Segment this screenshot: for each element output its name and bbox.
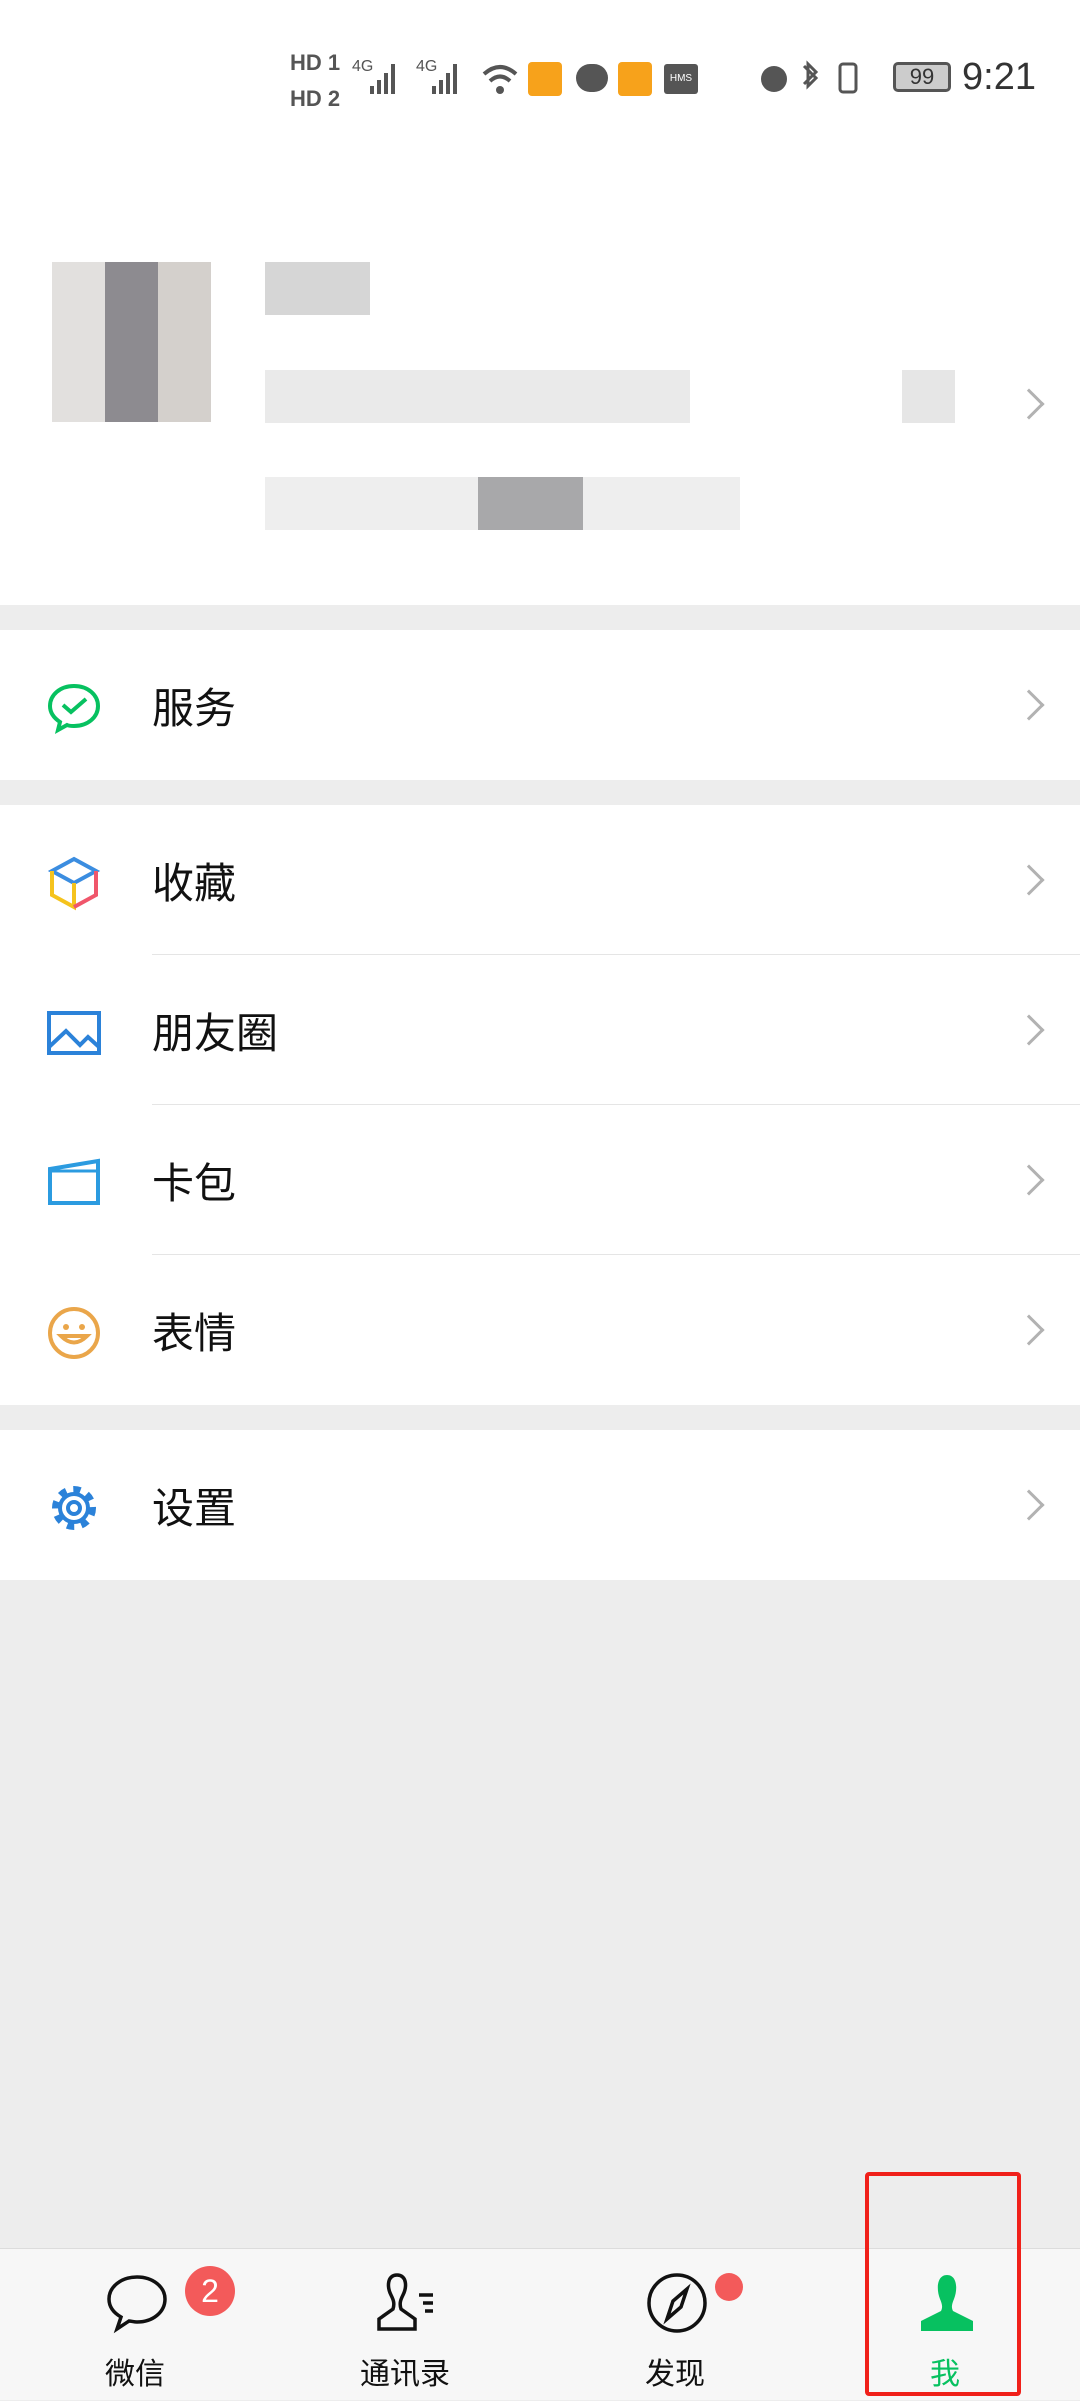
chevron-right-icon [1013,1164,1045,1196]
new-dot-badge [715,2273,743,2301]
menu-group-services: 服务 [0,630,1080,780]
qrcode-icon[interactable] [902,370,955,423]
chevron-right-icon [1013,689,1045,721]
avatar[interactable] [52,262,105,422]
favorites-cube-icon [47,856,101,911]
hms-icon: HMS [664,64,698,94]
chevron-right-icon [1013,1014,1045,1046]
wifi-icon [482,65,518,94]
weibo-icon [528,62,562,96]
settings-gear-icon [52,1486,96,1530]
tab-contacts[interactable]: 通讯录 [305,2249,505,2401]
menu-item-stickers[interactable]: 表情 [0,1255,1080,1405]
menu-label: 卡包 [152,1159,237,1207]
tab-chats[interactable]: 2 微信 [35,2249,235,2401]
chevron-right-icon [1013,1314,1045,1346]
chat-bubble-icon [107,2275,167,2334]
unread-badge: 2 [185,2266,235,2316]
nickname-blurred [265,262,370,315]
status-bar: HD 1 HD 2 4G 4G HMS 99 9:21 [0,0,1080,150]
chevron-right-icon [1013,1489,1045,1521]
menu-label: 表情 [152,1309,237,1357]
menu-group-main: 收藏 朋友圈 卡包 表情 [0,805,1080,1405]
contacts-icon [377,2273,433,2331]
tab-label: 发现 [645,2358,705,2391]
emoji-face-icon [48,1307,100,1359]
menu-group-settings: 设置 [0,1430,1080,1580]
chevron-right-icon [1013,864,1045,896]
menu-item-card-wallet[interactable]: 卡包 [0,1105,1080,1255]
sim2-label: HD 2 [290,86,341,111]
card-wallet-icon [48,1158,100,1205]
menu-item-services[interactable]: 服务 [0,630,1080,780]
avatar [105,262,158,422]
profile-header[interactable] [0,150,1080,605]
wechat-pay-icon [47,683,101,734]
tab-discover[interactable]: 发现 [575,2249,775,2401]
menu-label: 朋友圈 [152,1009,279,1057]
clock: 9:21 [962,56,1036,98]
chevron-right-icon [1013,388,1045,420]
alarm-bluetooth-vibrate-icons [761,60,858,94]
menu-item-moments[interactable]: 朋友圈 [0,955,1080,1105]
battery-icon: 99 [893,62,951,92]
highlight-box [865,2172,1021,2396]
avatar-part [158,262,211,422]
menu-item-settings[interactable]: 设置 [0,1430,1080,1580]
tab-label: 微信 [105,2358,165,2391]
moments-image-icon [47,1011,101,1055]
menu-label: 收藏 [152,859,237,907]
status-blurred-part [478,477,583,530]
compass-icon [647,2273,707,2333]
wechat-id-blurred [265,370,690,423]
message-icon [576,64,608,92]
menu-label: 设置 [152,1484,237,1532]
weibo-icon [618,62,652,96]
sim1-label: HD 1 [290,50,341,75]
tab-label: 通讯录 [360,2358,450,2391]
menu-item-favorites[interactable]: 收藏 [0,805,1080,955]
menu-label: 服务 [152,684,237,732]
